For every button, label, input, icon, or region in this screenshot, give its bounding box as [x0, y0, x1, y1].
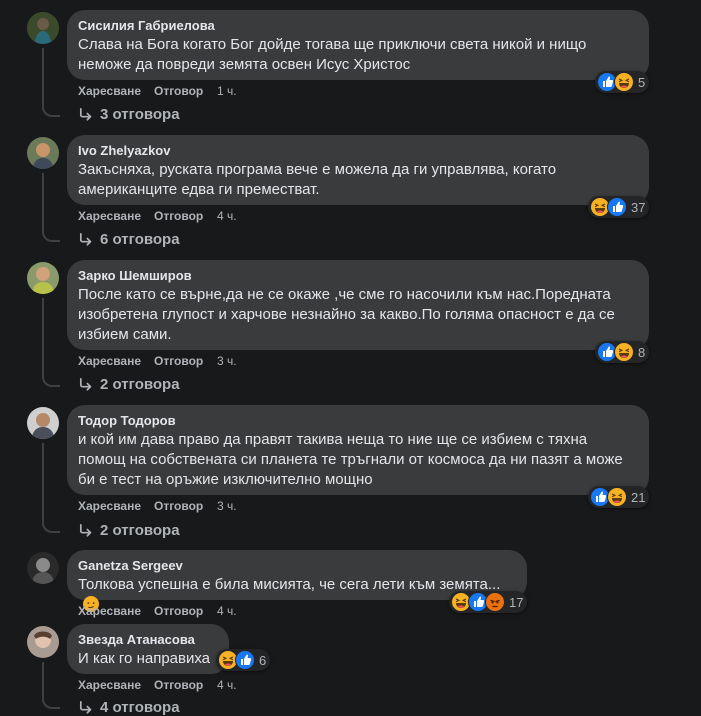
timestamp[interactable]: 3 ч. — [217, 354, 237, 368]
replies-count: 4 отговора — [100, 699, 180, 716]
reaction-summary[interactable]: 8 — [595, 341, 650, 363]
comment-text: и кой им дава право да правят такива нещ… — [78, 431, 623, 488]
reaction-summary[interactable]: 17 — [449, 591, 528, 613]
timestamp[interactable]: 4 ч. — [217, 678, 237, 692]
timestamp[interactable]: 4 ч. — [217, 604, 237, 618]
timestamp[interactable]: 4 ч. — [217, 209, 237, 223]
comment-bubble: Тодор Тодоров и кой им дава право да пра… — [67, 405, 649, 495]
view-replies-link[interactable]: 2 отговора — [78, 522, 180, 539]
comment-bubble: Звезда Атанасова И как го направиха — [67, 624, 229, 674]
replies-count: 2 отговора — [100, 376, 180, 393]
avatar[interactable] — [27, 552, 59, 584]
comment-text: Закъсняха, руската програма вече е можел… — [78, 161, 557, 198]
like-button[interactable]: Харесване — [78, 604, 154, 618]
haha-icon — [614, 72, 634, 92]
comment-actions: Харесване Отговор 4 ч. — [78, 678, 237, 692]
thread-line — [42, 173, 60, 242]
view-replies-link[interactable]: 6 отговора — [78, 231, 180, 248]
avatar[interactable] — [27, 137, 59, 169]
comment-actions: Харесване Отговор 1 ч. — [78, 84, 237, 98]
comment-author[interactable]: Сисилия Габриелова — [78, 18, 637, 34]
comment-bubble: Ivo Zhelyazkov Закъсняха, руската програ… — [67, 135, 649, 205]
avatar[interactable] — [27, 407, 59, 439]
reply-arrow-icon — [78, 523, 93, 538]
haha-icon — [607, 487, 627, 507]
thread-line — [42, 48, 60, 117]
thread-line — [42, 443, 60, 533]
replies-count: 3 отговора — [100, 106, 180, 123]
comment-author[interactable]: Звезда Атанасова — [78, 632, 217, 648]
reaction-count: 5 — [638, 74, 646, 90]
reply-button[interactable]: Отговор — [154, 678, 217, 692]
like-button[interactable]: Харесване — [78, 678, 154, 692]
like-icon — [235, 650, 255, 670]
reply-arrow-icon — [78, 232, 93, 247]
comment-text: После като се върне,да не се окаже ,че с… — [78, 286, 615, 343]
reaction-count: 8 — [638, 344, 646, 360]
reply-arrow-icon — [78, 700, 93, 715]
view-replies-link[interactable]: 2 отговора — [78, 376, 180, 393]
reply-arrow-icon — [78, 107, 93, 122]
reaction-count: 21 — [631, 489, 646, 505]
avatar[interactable] — [27, 262, 59, 294]
reply-button[interactable]: Отговор — [154, 84, 217, 98]
reaction-count: 37 — [631, 199, 646, 215]
comment-text: И как го направиха — [78, 650, 211, 667]
comment-author[interactable]: Ivo Zhelyazkov — [78, 143, 637, 159]
like-icon — [607, 197, 627, 217]
angry-icon — [485, 592, 505, 612]
reaction-summary[interactable]: 37 — [588, 196, 650, 218]
comment-text-content: Толкова успешна е била мисията, че сега … — [78, 576, 501, 593]
view-replies-link[interactable]: 4 отговора — [78, 699, 180, 716]
reaction-count: 17 — [509, 594, 524, 610]
avatar[interactable] — [27, 626, 59, 658]
replies-count: 6 отговора — [100, 231, 180, 248]
reaction-summary[interactable]: 21 — [588, 486, 650, 508]
comment-author[interactable]: Тодор Тодоров — [78, 413, 637, 429]
like-button[interactable]: Харесване — [78, 499, 154, 513]
reaction-summary[interactable]: 5 — [595, 71, 650, 93]
view-replies-link[interactable]: 3 отговора — [78, 106, 180, 123]
reply-button[interactable]: Отговор — [154, 604, 217, 618]
comment-author[interactable]: Зарко Шемширов — [78, 268, 637, 284]
thread-line — [42, 298, 60, 387]
haha-icon — [614, 342, 634, 362]
like-button[interactable]: Харесване — [78, 209, 154, 223]
comment-actions: Харесване Отговор 4 ч. — [78, 604, 237, 618]
timestamp[interactable]: 3 ч. — [217, 499, 237, 513]
comment-author[interactable]: Ganetza Sergeev — [78, 558, 515, 574]
comment-actions: Харесване Отговор 4 ч. — [78, 209, 237, 223]
reply-button[interactable]: Отговор — [154, 499, 217, 513]
comment-actions: Харесване Отговор 3 ч. — [78, 354, 237, 368]
reaction-count: 6 — [259, 652, 267, 668]
comment-bubble: Сисилия Габриелова Слава на Бога когато … — [67, 10, 649, 80]
avatar[interactable] — [27, 12, 59, 44]
comment-bubble: Зарко Шемширов После като се върне,да не… — [67, 260, 649, 350]
reply-button[interactable]: Отговор — [154, 354, 217, 368]
like-button[interactable]: Харесване — [78, 84, 154, 98]
replies-count: 2 отговора — [100, 522, 180, 539]
comment-actions: Харесване Отговор 3 ч. — [78, 499, 237, 513]
reply-arrow-icon — [78, 377, 93, 392]
timestamp[interactable]: 1 ч. — [217, 84, 237, 98]
comment-text: Слава на Бога когато Бог дойде тогава ще… — [78, 36, 587, 73]
like-button[interactable]: Харесване — [78, 354, 154, 368]
reaction-summary[interactable]: 6 — [216, 649, 271, 671]
reply-button[interactable]: Отговор — [154, 209, 217, 223]
thread-line — [42, 662, 60, 709]
